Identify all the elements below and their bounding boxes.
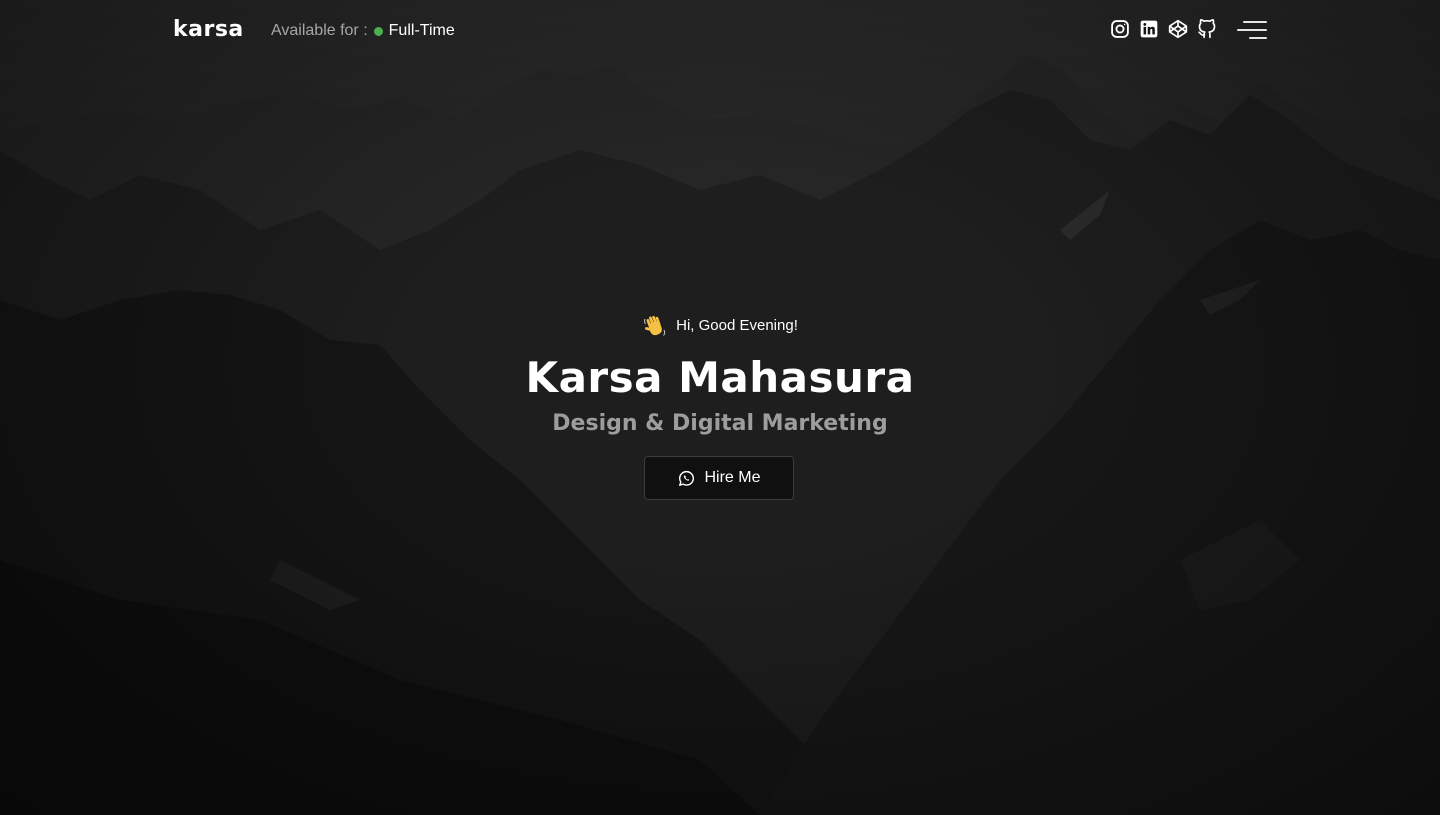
site-header: karsa Available for : Full-Time bbox=[0, 0, 1440, 62]
availability-status: Available for : Full-Time bbox=[271, 21, 455, 41]
whatsapp-icon bbox=[677, 469, 696, 488]
logo[interactable]: karsa bbox=[173, 17, 244, 43]
hire-me-label: Hire Me bbox=[704, 469, 761, 486]
availability-value: Full-Time bbox=[388, 22, 455, 39]
social-links bbox=[1110, 19, 1217, 39]
status-dot-icon bbox=[373, 26, 383, 36]
instagram-icon[interactable] bbox=[1110, 19, 1130, 39]
hero-role: Design & Digital Marketing bbox=[552, 411, 888, 436]
greeting-text: Hi, Good Evening! bbox=[676, 317, 798, 334]
availability-label: Available for : bbox=[271, 22, 368, 39]
hire-me-button[interactable]: Hire Me bbox=[644, 456, 794, 500]
page: karsa Available for : Full-Time Hi, Good… bbox=[0, 0, 1440, 815]
hamburger-menu-icon[interactable] bbox=[1237, 19, 1267, 41]
linkedin-icon[interactable] bbox=[1139, 19, 1159, 39]
codepen-icon[interactable] bbox=[1168, 19, 1188, 39]
greeting: Hi, Good Evening! bbox=[0, 313, 1440, 339]
github-icon[interactable] bbox=[1197, 19, 1217, 39]
waving-hand-icon bbox=[642, 313, 668, 339]
hero-name: Karsa Mahasura bbox=[525, 353, 915, 402]
